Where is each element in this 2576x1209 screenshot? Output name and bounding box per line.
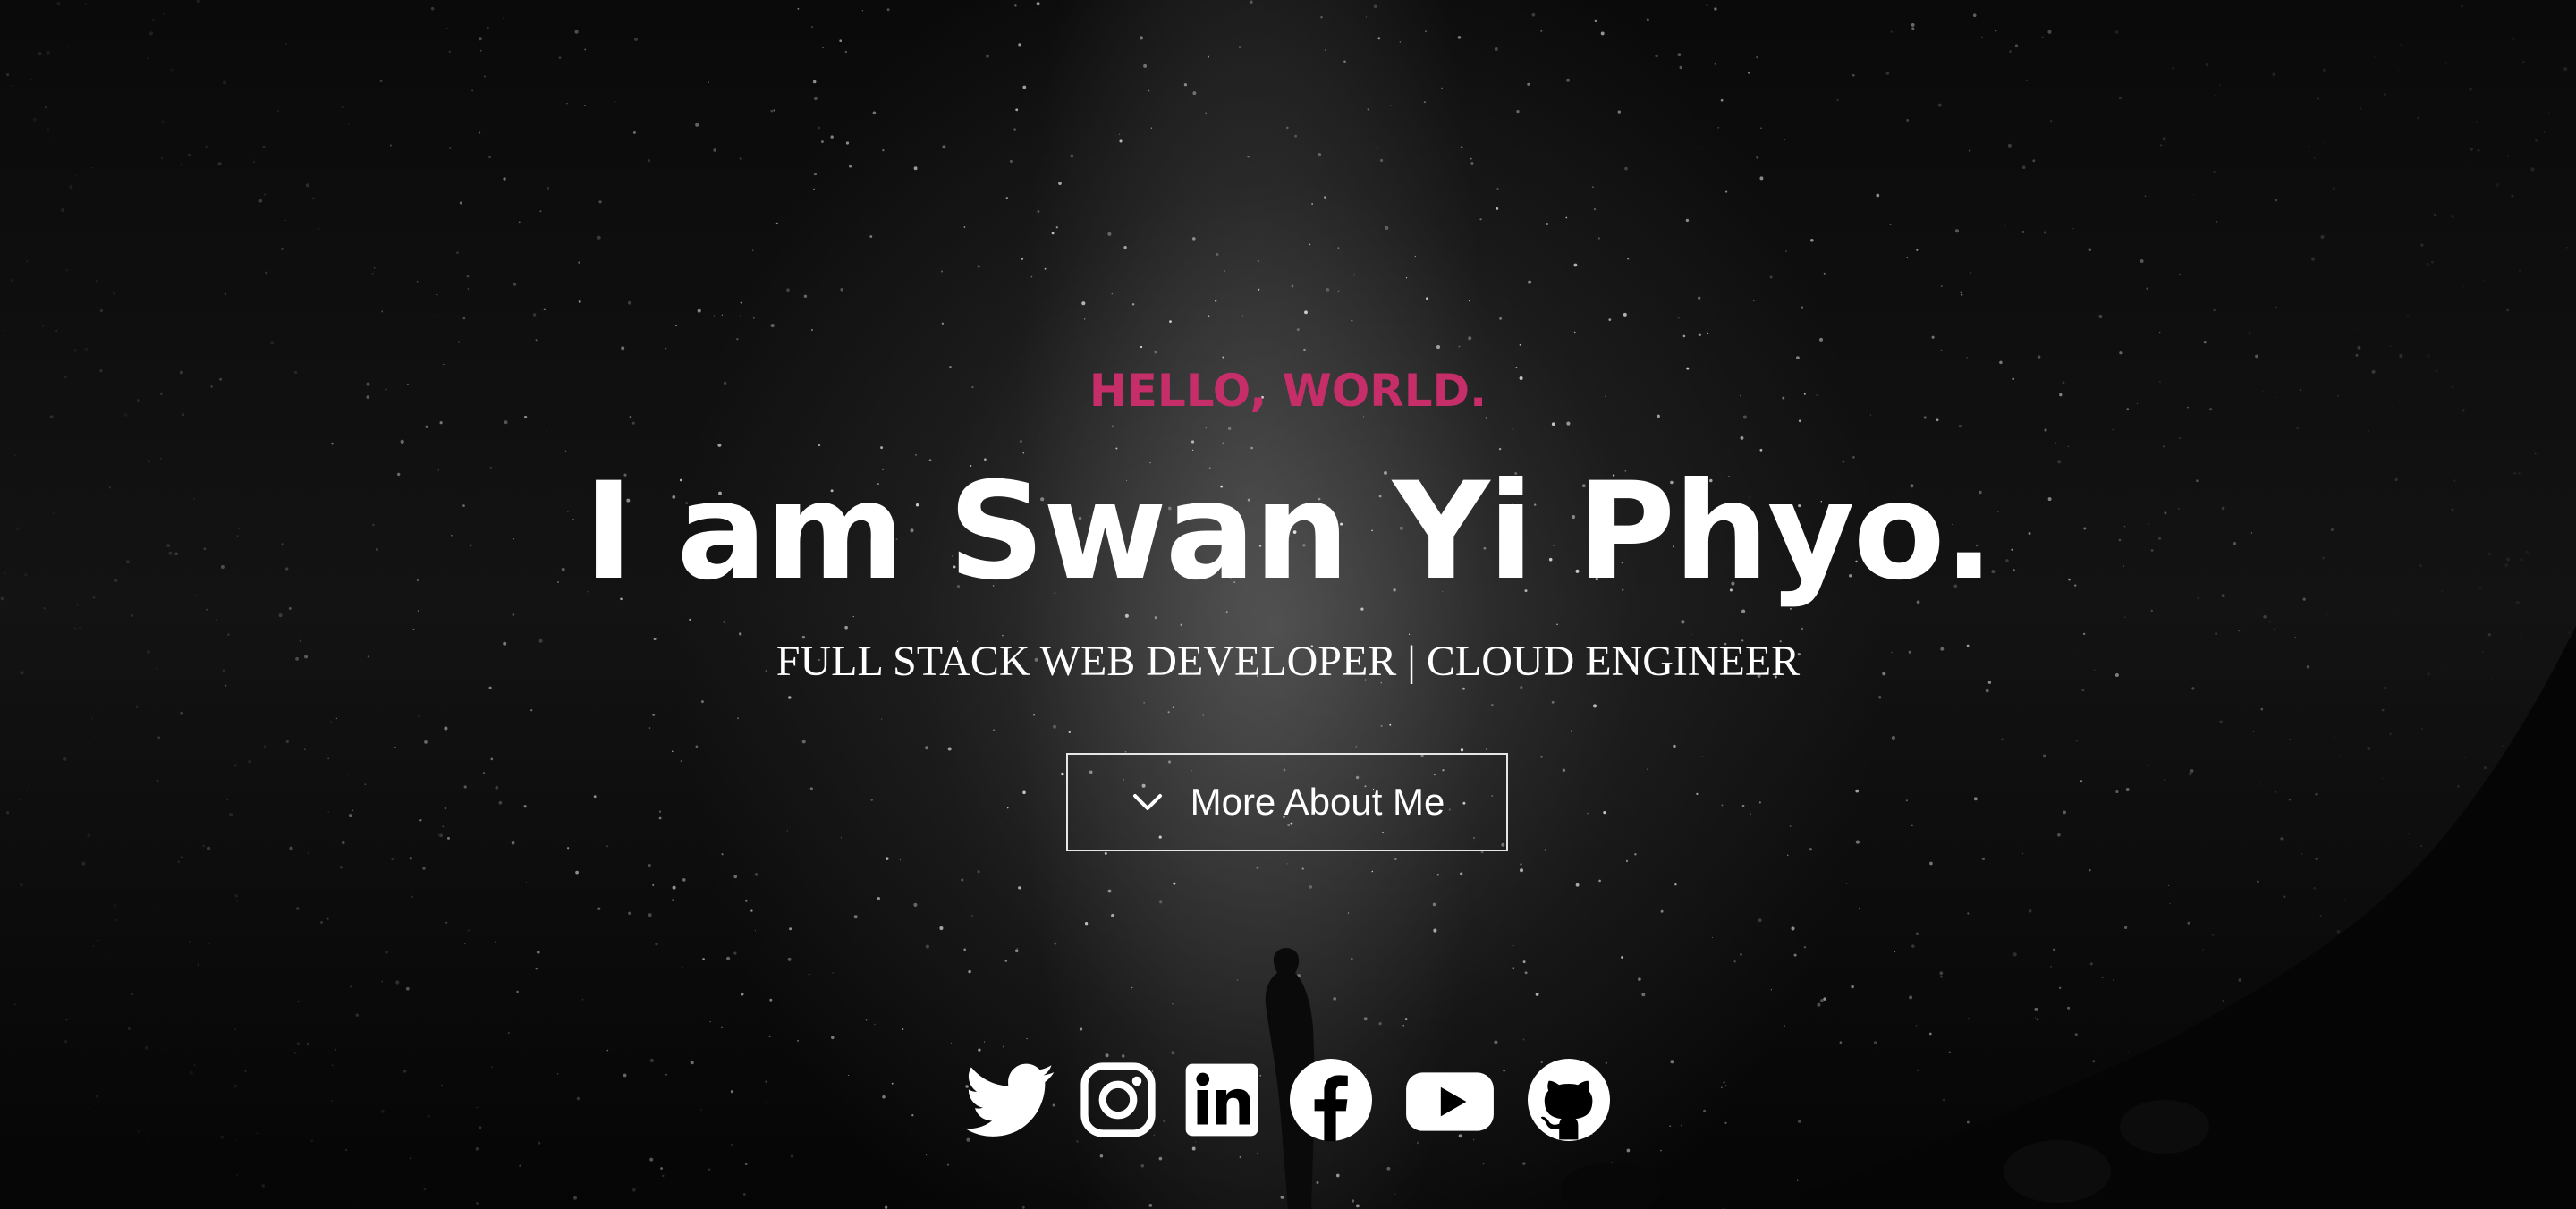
youtube-icon — [1406, 1072, 1494, 1131]
github-icon — [1528, 1059, 1610, 1141]
more-about-me-button[interactable]: More About Me — [1066, 753, 1508, 851]
youtube-link[interactable] — [1402, 1055, 1497, 1145]
facebook-link[interactable] — [1288, 1055, 1374, 1145]
more-about-me-label: More About Me — [1190, 781, 1445, 823]
chevron-down-icon — [1132, 794, 1162, 810]
hero-section: HELLO, WORLD. I am Swan Yi Phyo. FULL ST… — [0, 0, 2576, 1209]
twitter-icon — [966, 1063, 1055, 1137]
instagram-link[interactable] — [1078, 1055, 1158, 1145]
twitter-link[interactable] — [966, 1055, 1055, 1145]
instagram-icon — [1080, 1062, 1156, 1137]
hero-content: HELLO, WORLD. I am Swan Yi Phyo. FULL ST… — [0, 0, 2576, 1209]
facebook-icon — [1290, 1059, 1372, 1141]
github-link[interactable] — [1526, 1055, 1612, 1145]
linkedin-link[interactable] — [1182, 1055, 1261, 1145]
social-links — [957, 1055, 1619, 1145]
linkedin-icon — [1185, 1063, 1258, 1137]
greeting-text: HELLO, WORLD. — [1089, 365, 1487, 417]
page-title: I am Swan Yi Phyo. — [583, 454, 1994, 610]
job-title-subtitle: FULL STACK WEB DEVELOPER | CLOUD ENGINEE… — [775, 638, 1801, 685]
